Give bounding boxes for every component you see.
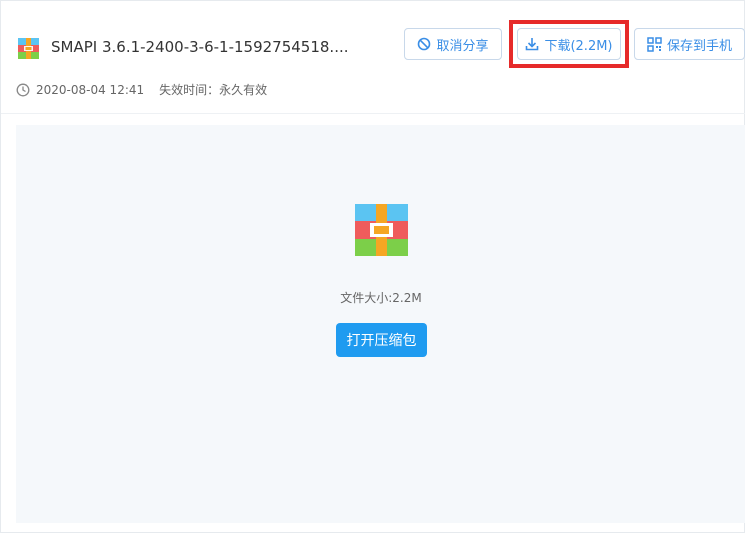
archive-icon-large [355,204,408,256]
file-name: SMAPI 3.6.1-2400-3-6-1-1592754518.... [51,38,349,56]
save-to-phone-button[interactable]: 保存到手机 [634,28,745,60]
file-meta: 2020-08-04 12:41 失效时间：永久有效 [16,81,267,98]
share-date: 2020-08-04 12:41 [36,82,145,97]
expire-time: 失效时间：永久有效 [159,83,268,97]
archive-icon [18,38,39,59]
save-to-phone-label: 保存到手机 [666,38,732,54]
download-highlight-box [509,20,629,68]
file-share-card: SMAPI 3.6.1-2400-3-6-1-1592754518.... 取消… [0,0,745,533]
qr-code-icon [647,36,662,52]
file-header: SMAPI 3.6.1-2400-3-6-1-1592754518.... 取消… [1,1,745,114]
cancel-share-button[interactable]: 取消分享 [404,28,502,60]
open-archive-button[interactable]: 打开压缩包 [336,323,427,357]
archive-preview: 文件大小:2.2M 打开压缩包 [16,125,745,523]
cancel-share-label: 取消分享 [436,38,489,54]
clock-icon [16,83,30,96]
block-icon [418,37,431,51]
file-size: 文件大小:2.2M [340,291,422,305]
